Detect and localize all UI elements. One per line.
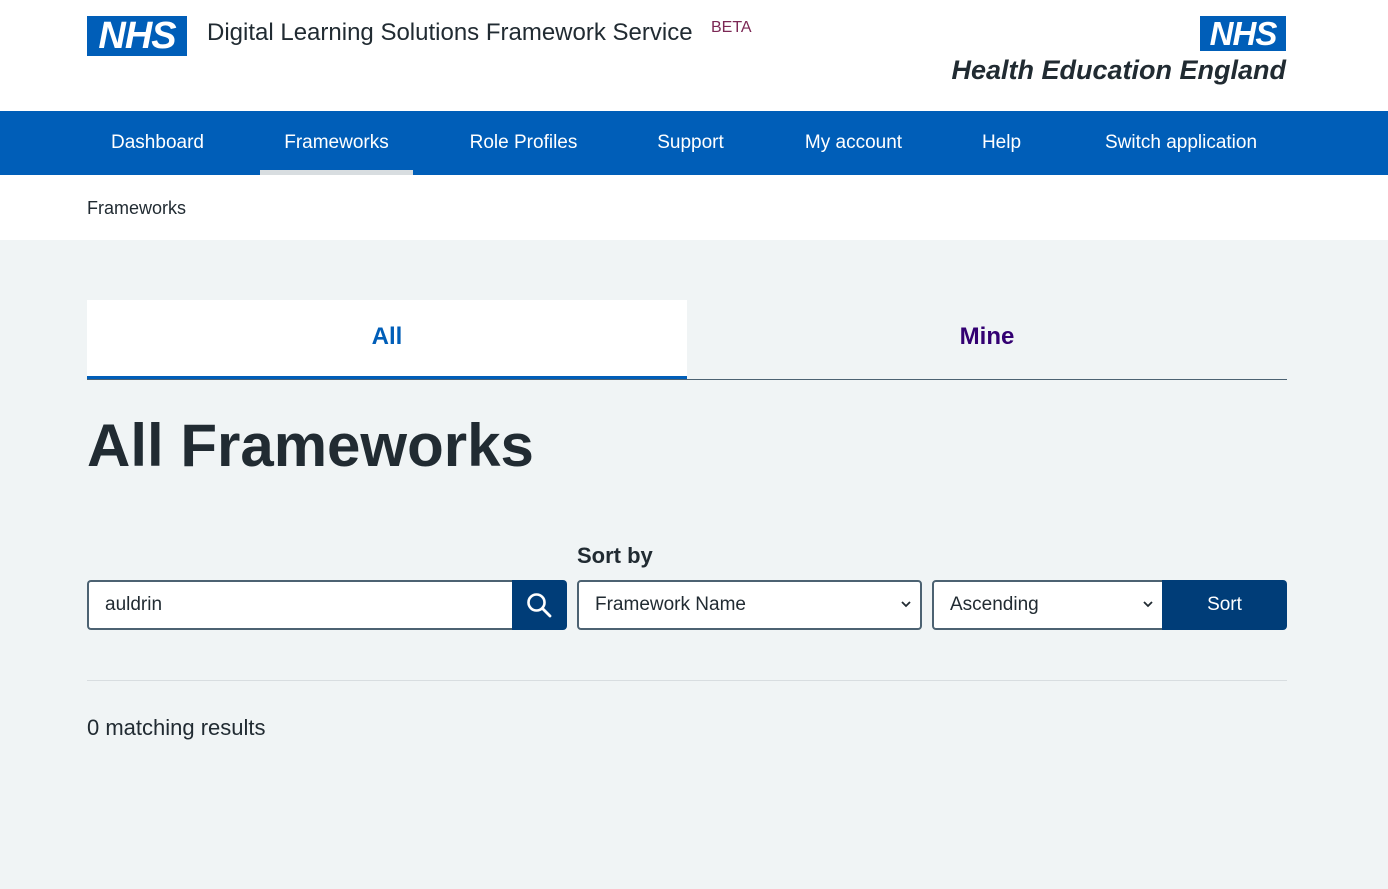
sort-direction-value: Ascending bbox=[950, 594, 1039, 615]
tab-all[interactable]: All bbox=[87, 300, 687, 379]
nav-item-dashboard[interactable]: Dashboard bbox=[87, 111, 228, 175]
results-count: 0 matching results bbox=[87, 715, 266, 740]
service-name[interactable]: Digital Learning Solutions Framework Ser… bbox=[207, 19, 693, 47]
breadcrumb[interactable]: Frameworks bbox=[87, 197, 186, 219]
sort-by-label: Sort by bbox=[577, 543, 653, 568]
partner-name: Health Education England bbox=[951, 55, 1286, 85]
sort-field-select[interactable]: Framework Name bbox=[577, 580, 922, 630]
sort-direction-select[interactable]: Ascending bbox=[932, 580, 1164, 630]
tab-mine[interactable]: Mine bbox=[687, 300, 1287, 379]
search-button[interactable] bbox=[512, 580, 567, 630]
nav-item-switch-application[interactable]: Switch application bbox=[1076, 111, 1286, 175]
chevron-down-icon bbox=[1143, 601, 1153, 608]
chevron-down-icon bbox=[901, 601, 911, 608]
sort-field-value: Framework Name bbox=[595, 594, 746, 615]
search-input[interactable] bbox=[87, 580, 513, 630]
nav-item-help[interactable]: Help bbox=[960, 111, 1043, 175]
nav-item-support[interactable]: Support bbox=[634, 111, 747, 175]
breadcrumb-bar: Frameworks bbox=[0, 175, 1388, 240]
search-icon bbox=[527, 593, 552, 618]
main-nav: Dashboard Frameworks Role Profiles Suppo… bbox=[0, 111, 1388, 175]
partner-nhs-logo: NHS bbox=[1200, 16, 1286, 51]
nav-item-role-profiles[interactable]: Role Profiles bbox=[446, 111, 601, 175]
page-title: All Frameworks bbox=[87, 412, 534, 479]
site-header: NHS Digital Learning Solutions Framework… bbox=[0, 0, 1388, 111]
nav-item-frameworks[interactable]: Frameworks bbox=[260, 111, 413, 175]
divider bbox=[87, 680, 1287, 681]
nav-item-my-account[interactable]: My account bbox=[780, 111, 927, 175]
nhs-logo[interactable]: NHS bbox=[87, 16, 187, 56]
beta-tag: BETA bbox=[711, 19, 752, 36]
tab-list: All Mine bbox=[87, 300, 1287, 380]
sort-button[interactable]: Sort bbox=[1162, 580, 1287, 630]
